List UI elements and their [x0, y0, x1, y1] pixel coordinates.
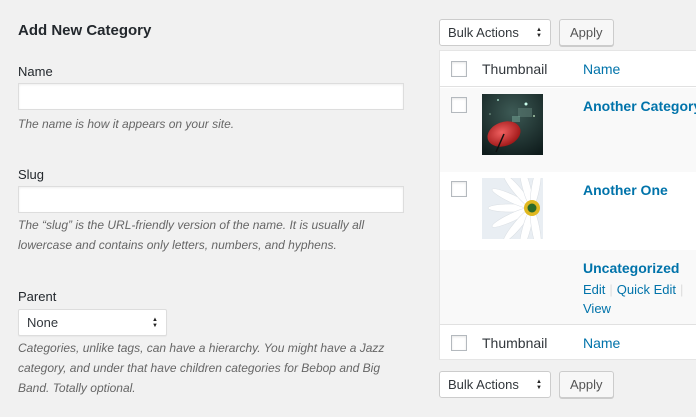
table-row: Another Category — [440, 88, 696, 172]
parent-description: Categories, unlike tags, can have a hier… — [18, 338, 408, 398]
parent-desc-line: Band. Totally optional. — [18, 381, 136, 395]
categories-table: Thumbnail Name Another Category Another … — [439, 50, 696, 360]
umbrella-photo-icon — [482, 94, 543, 155]
slug-desc-line: The “slug” is the URL-friendly version o… — [18, 218, 365, 232]
row-checkbox[interactable] — [451, 97, 467, 113]
category-name-link[interactable]: Another Category — [583, 98, 696, 114]
column-name-sort[interactable]: Name — [583, 61, 620, 77]
separator: | — [680, 282, 684, 297]
parent-label: Parent — [18, 289, 57, 304]
category-name-link[interactable]: Another One — [583, 182, 668, 198]
apply-button-bottom[interactable]: Apply — [559, 371, 614, 398]
separator: | — [609, 282, 613, 297]
name-description: The name is how it appears on your site. — [18, 117, 235, 131]
view-link[interactable]: View — [583, 301, 611, 316]
select-updown-icon: ▲ ▼ — [536, 378, 542, 391]
select-all-checkbox-bottom[interactable] — [451, 335, 467, 351]
name-input[interactable] — [18, 83, 404, 110]
daisy-photo-icon — [482, 178, 543, 239]
slug-label: Slug — [18, 167, 45, 182]
parent-desc-line: category, and under that have children c… — [18, 361, 381, 375]
select-updown-icon: ▲ ▼ — [152, 316, 158, 329]
name-label: Name — [18, 64, 53, 79]
category-name-link[interactable]: Uncategorized — [583, 260, 679, 276]
column-thumbnail: Thumbnail — [482, 60, 548, 77]
select-all-checkbox[interactable] — [451, 61, 467, 77]
column-thumbnail-footer: Thumbnail — [482, 334, 548, 351]
apply-button[interactable]: Apply — [559, 19, 614, 46]
edit-link[interactable]: Edit — [583, 282, 605, 297]
bulk-actions-select-bottom[interactable]: Bulk Actions ▲ ▼ — [439, 371, 551, 398]
bulk-actions-value: Bulk Actions — [448, 25, 519, 40]
slug-description: The “slug” is the URL-friendly version o… — [18, 215, 408, 255]
select-updown-icon: ▲ ▼ — [536, 26, 542, 39]
parent-select-value: None — [27, 315, 59, 330]
bulk-actions-bottom: Bulk Actions ▲ ▼ Apply — [439, 371, 614, 398]
category-thumbnail — [482, 94, 543, 155]
column-name-sort-footer[interactable]: Name — [583, 335, 620, 351]
table-footer: Thumbnail Name — [440, 324, 696, 359]
quick-edit-link[interactable]: Quick Edit — [617, 282, 676, 297]
table-header: Thumbnail Name — [440, 51, 696, 87]
category-thumbnail — [482, 178, 543, 239]
form-title: Add New Category — [18, 22, 152, 39]
parent-desc-line: Categories, unlike tags, can have a hier… — [18, 341, 385, 355]
bulk-actions-value: Bulk Actions — [448, 377, 519, 392]
row-checkbox[interactable] — [451, 181, 467, 197]
row-actions: Edit | Quick Edit | View — [583, 280, 687, 318]
edit-categories-page: Add New Category Name The name is how it… — [0, 0, 696, 417]
table-row: Uncategorized Edit | Quick Edit | View — [440, 250, 696, 324]
bulk-actions-select[interactable]: Bulk Actions ▲ ▼ — [439, 19, 551, 46]
bulk-actions-top: Bulk Actions ▲ ▼ Apply — [439, 19, 614, 46]
slug-desc-line: lowercase and contains only letters, num… — [18, 238, 337, 252]
slug-input[interactable] — [18, 186, 404, 213]
parent-select[interactable]: None ▲ ▼ — [18, 309, 167, 336]
table-row: Another One — [440, 172, 696, 250]
